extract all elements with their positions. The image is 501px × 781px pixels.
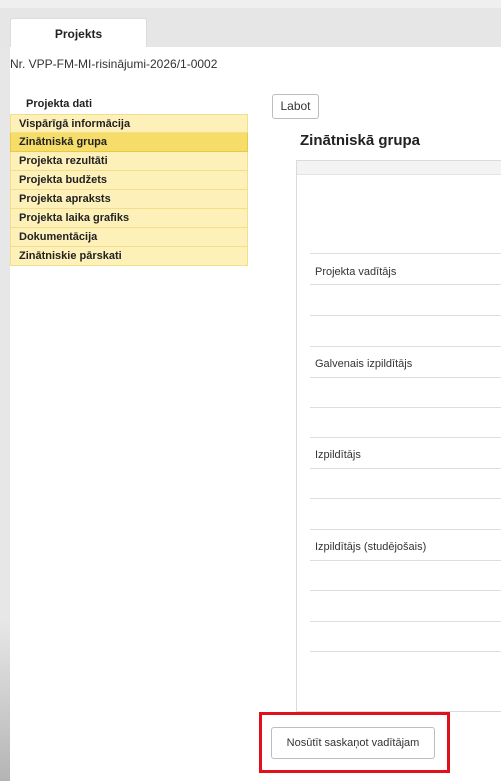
page: Projekts Nr. VPP-FM-MI-risinājumi-2026/1… (0, 0, 501, 781)
role-label-project-leader: Projekta vadītājs (315, 266, 397, 278)
section-title: Zinātniskā grupa (300, 132, 421, 149)
sidebar-item-project-description[interactable]: Projekta apraksts (10, 190, 248, 209)
row-divider (310, 560, 501, 561)
row-divider (310, 315, 501, 316)
top-bar (0, 0, 501, 8)
project-number: Nr. VPP-FM-MI-risinājumi-2026/1-0002 (10, 57, 218, 71)
row-divider (310, 346, 501, 347)
row-divider (310, 377, 501, 378)
send-for-approval-button[interactable]: Nosūtīt saskaņot vadītājam (271, 727, 435, 759)
sidebar-item-general-info[interactable]: Vispārīgā informācija (10, 114, 248, 133)
row-divider (310, 651, 501, 652)
sidebar-item-documentation[interactable]: Dokumentācija (10, 228, 248, 247)
edit-button[interactable]: Labot (272, 94, 319, 119)
sidebar-item-scientific-reports[interactable]: Zinātniskie pārskati (10, 247, 248, 266)
scientific-group-table (296, 160, 501, 712)
sidebar-item-project-schedule[interactable]: Projekta laika grafiks (10, 209, 248, 228)
sidebar-item-scientific-group[interactable]: Zinātniskā grupa (10, 133, 248, 152)
row-divider (310, 529, 501, 530)
row-divider (310, 498, 501, 499)
sidebar-heading: Projekta dati (26, 98, 93, 110)
tab-projekts[interactable]: Projekts (10, 18, 147, 48)
tab-strip: Projekts (0, 0, 501, 48)
role-label-executor: Izpildītājs (315, 449, 361, 461)
row-divider (310, 407, 501, 408)
row-divider (310, 253, 501, 254)
sidebar-item-project-budget[interactable]: Projekta budžets (10, 171, 248, 190)
row-divider (310, 284, 501, 285)
role-label-main-executor: Galvenais izpildītājs (315, 358, 413, 370)
role-label-student-executor: Izpildītājs (studējošais) (315, 541, 427, 553)
table-header (297, 161, 501, 175)
row-divider (310, 468, 501, 469)
sidebar-nav: Vispārīgā informācija Zinātniskā grupa P… (10, 114, 248, 266)
row-divider (310, 590, 501, 591)
row-divider (310, 437, 501, 438)
row-divider (310, 621, 501, 622)
sidebar-item-project-results[interactable]: Projekta rezultāti (10, 152, 248, 171)
